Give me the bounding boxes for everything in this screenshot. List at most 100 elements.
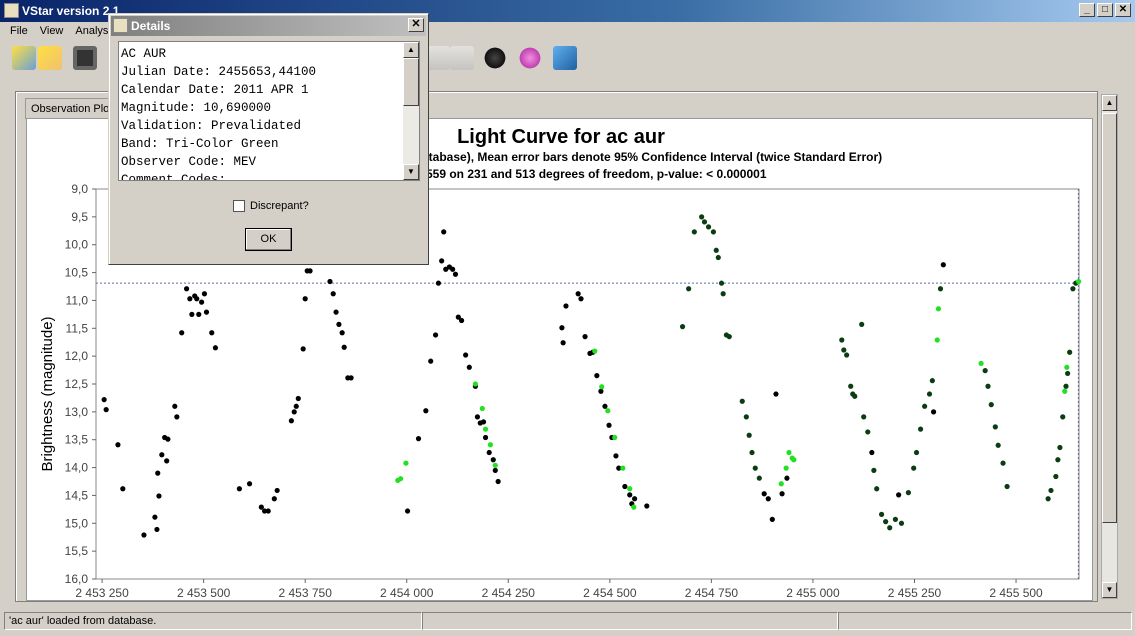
detail-line: AC AUR [121,47,167,61]
data-point [752,465,758,471]
data-point [995,442,1001,448]
data-point [302,296,308,302]
help-icon[interactable] [553,46,577,70]
discrepant-label: Discrepant? [250,200,309,212]
data-point [480,419,487,425]
scroll-down-arrow-icon[interactable]: ▼ [403,164,419,180]
data-point [404,508,411,514]
y-tick-label: 10,0 [65,238,89,252]
plugin-icon[interactable] [518,46,542,70]
chart-subtitle-1: atabase), Mean error bars denote 95% Con… [422,150,882,164]
data-point [898,520,905,526]
data-point [154,526,160,533]
data-point [103,407,109,413]
dialog-title: Details [131,19,171,33]
x-tick-label: 2 454 250 [482,586,536,600]
data-point [1063,383,1069,389]
data-point [632,496,638,502]
data-point [887,525,893,531]
y-tick-label: 13,5 [65,433,89,447]
data-point [602,403,608,409]
menu-file[interactable]: File [6,25,32,38]
checkbox-box[interactable] [233,200,245,212]
y-tick-label: 9,5 [71,210,88,224]
data-point [686,286,692,292]
y-tick-label: 16,0 [65,572,89,586]
scroll-thumb[interactable] [1102,113,1117,523]
data-point [691,229,697,235]
detail-line: Validation: Prevalidated [121,119,302,133]
data-point [911,465,917,471]
data-point [246,481,253,487]
data-point [992,424,998,430]
details-text-area[interactable]: AC AUR Julian Date: 2455653,44100 Calendar… [118,41,420,181]
binoculars-icon[interactable] [483,46,507,70]
scroll-down-arrow-icon[interactable]: ▼ [1102,582,1117,598]
data-point [203,309,210,315]
save-icon[interactable] [73,46,97,70]
dialog-close-button[interactable]: ✕ [408,18,424,32]
data-point [922,403,928,409]
menu-view[interactable]: View [36,25,68,38]
x-tick-label: 2 454 000 [380,586,434,600]
data-point [274,487,280,494]
data-point [839,337,845,343]
data-point [1067,349,1073,355]
new-star-database-icon[interactable] [12,46,36,70]
maximize-button[interactable]: □ [1097,3,1113,17]
data-point [428,358,434,364]
scroll-up-arrow-icon[interactable]: ▲ [1102,95,1117,111]
data-point [930,409,937,415]
data-point [492,467,498,473]
y-axis-label: Brightness (magnitude) [39,316,56,471]
data-point [865,429,871,435]
data-point [1055,457,1061,463]
data-point [773,391,779,397]
x-tick-label: 2 455 250 [888,586,942,600]
y-tick-label: 11,0 [66,293,89,307]
scroll-thumb[interactable] [403,58,419,106]
data-point [336,321,342,327]
data-point [141,532,147,538]
data-point [120,486,126,492]
data-point [439,258,445,264]
data-point [871,467,877,473]
data-point [869,449,875,456]
details-scrollbar[interactable]: ▲ ▼ [403,42,419,180]
minimize-button[interactable]: _ [1079,3,1095,17]
zoom-out-icon[interactable] [450,46,474,70]
java-app-icon [113,18,128,33]
data-point [896,492,902,498]
zoom-in-icon[interactable] [426,46,450,70]
y-tick-label: 12,0 [65,349,89,363]
dialog-titlebar[interactable]: Details ✕ [111,16,426,36]
scroll-up-arrow-icon[interactable]: ▲ [403,42,419,58]
data-point [159,452,165,458]
data-point [1004,483,1010,490]
detail-line: Observer Code: MEV [121,155,257,169]
data-point [937,286,944,292]
data-point [784,475,790,481]
data-point [926,391,933,397]
vertical-scrollbar[interactable]: ▲ ▼ [1101,94,1118,599]
close-button[interactable]: ✕ [1115,3,1131,17]
data-point [293,403,299,409]
data-point [978,360,984,366]
data-point [598,388,604,394]
data-point [1070,286,1076,292]
data-point [295,395,301,402]
data-point [482,426,489,432]
data-point [620,465,626,471]
data-point [155,470,161,476]
data-point [487,442,494,448]
data-point [705,224,712,230]
new-star-file-icon[interactable] [38,46,62,70]
data-point [152,514,158,520]
data-point [271,496,277,502]
data-point [613,453,619,459]
data-point [348,375,354,381]
data-point [982,368,988,374]
ok-button[interactable]: OK [245,228,292,251]
y-tick-label: 9,0 [71,182,88,196]
discrepant-checkbox[interactable]: Discrepant? [233,200,309,212]
